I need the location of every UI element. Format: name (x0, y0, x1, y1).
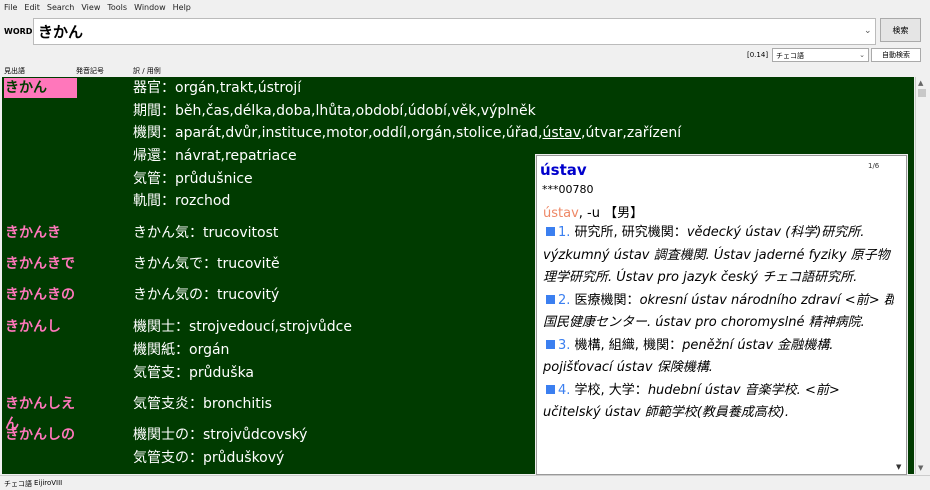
translation-line: 軌間：rozchod (133, 193, 231, 209)
translation-line: きかん気で：trucovitě (133, 256, 280, 272)
menu-view[interactable]: View (81, 3, 100, 17)
popup-sense: 1. 研究所, 研究機関：vědecký ústav (科学)研究所. výzk… (543, 222, 901, 290)
headword: きかんしえん (5, 396, 75, 432)
sense-number: 2. (558, 292, 571, 308)
sense-definition: 機構, 組織, 機関： (574, 337, 683, 353)
sense-definition: 研究所, 研究機関： (574, 225, 687, 240)
scroll-up-icon[interactable]: ▲ (918, 79, 923, 87)
headword: きかん (4, 78, 77, 98)
menu-help[interactable]: Help (173, 3, 191, 17)
result-count: [0.14] (747, 51, 769, 59)
translation-line: 機関：aparát,dvůr,instituce,motor,oddíl,org… (133, 125, 682, 141)
sense-definition: 医療機関： (574, 292, 640, 308)
search-button[interactable]: 検索 (880, 18, 921, 42)
column-headers: 見出語 発音記号 訳 / 用例 (0, 64, 930, 77)
popup-page-indicator: 1/6 (868, 162, 880, 170)
menu-tools[interactable]: Tools (107, 3, 127, 17)
popup-sense: 4. 学校, 大学：hudební ústav 音楽学校. <前> učitel… (543, 380, 901, 425)
menu-window[interactable]: Window (134, 3, 166, 17)
language-select-value: チェコ語 (776, 52, 804, 60)
popup-scrollbar[interactable]: ▼ (894, 157, 906, 474)
auto-search-button[interactable]: 自動検索 (871, 48, 921, 62)
definition-popup[interactable]: ústav 1/6 ***00780 ústav, -u 【男】 1. 研究所,… (536, 155, 907, 475)
options-row: [0.14] チェコ語 ⌄ 自動検索 (0, 47, 930, 63)
popup-sense: 3. 機構, 組織, 機関：peněžní ústav 金融機構. pojišť… (543, 335, 901, 380)
scroll-thumb[interactable] (918, 89, 926, 97)
column-header-pronunciation[interactable]: 発音記号 (76, 66, 104, 76)
popup-inflection: , -u 【男】 (578, 206, 644, 221)
headword: きかんしの (5, 427, 75, 443)
popup-senses: 1. 研究所, 研究機関：vědecký ústav (科学)研究所. výzk… (543, 222, 901, 425)
sense-number: 3. (558, 337, 571, 353)
headword: きかんし (5, 319, 61, 335)
hovered-word[interactable]: ústav (542, 125, 581, 141)
popup-title: ústav (540, 161, 587, 179)
results-scrollbar[interactable]: ▲ ▼ (915, 77, 927, 474)
translation-line: 期間：běh,čas,délka,doba,lhůta,období,údobí… (133, 103, 536, 119)
headword: きかんき (5, 225, 61, 241)
square-bullet-icon (546, 339, 555, 349)
translation-line: 機関士：strojvedoucí,strojvůdce (133, 319, 352, 335)
translation-line: きかん気の：trucovitý (133, 287, 280, 303)
square-bullet-icon (546, 227, 555, 236)
chevron-down-icon[interactable]: ⌄ (864, 26, 872, 36)
scroll-down-icon[interactable]: ▼ (896, 463, 901, 471)
scroll-down-icon[interactable]: ▼ (918, 464, 923, 472)
menu-file[interactable]: File (4, 3, 17, 17)
translation-line: 帰還：návrat,repatriace (133, 148, 297, 164)
square-bullet-icon (546, 384, 555, 394)
square-bullet-icon (546, 294, 555, 304)
status-bar: チェコ語 EijiroVIII (0, 475, 930, 490)
translation-line: 機関紙：orgán (133, 342, 230, 358)
menu-bar: File Edit Search View Tools Window Help (0, 3, 194, 17)
headword: きかんきで (5, 256, 75, 272)
translation-line: 気管支の：průduškový (133, 450, 285, 466)
translation-line: 機関士の：strojvůdcovský (133, 427, 308, 443)
column-header-headword[interactable]: 見出語 (4, 66, 25, 76)
column-header-translation[interactable]: 訳 / 用例 (133, 66, 161, 76)
word-input[interactable]: きかん (33, 18, 876, 45)
status-language: チェコ語 (4, 480, 32, 488)
search-bar: WORD きかん ⌄ 検索 (0, 17, 930, 46)
menu-edit[interactable]: Edit (24, 3, 40, 17)
word-label: WORD (4, 27, 33, 36)
translation-line: 器官：orgán,trakt,ústrojí (133, 80, 302, 96)
sense-number: 4. (558, 382, 571, 398)
sense-number: 1. (558, 225, 571, 240)
sense-definition: 学校, 大学： (574, 382, 648, 398)
translation-line: 気管支炎：bronchitis (133, 396, 272, 412)
popup-form: ústav, -u 【男】 (543, 202, 643, 221)
popup-lemma: ústav (543, 206, 579, 221)
popup-sense: 2. 医療機関：okresní ústav národního zdraví <… (543, 290, 901, 335)
status-dictionary: EijiroVIII (34, 479, 63, 487)
translation-line: きかん気：trucovitost (133, 225, 279, 241)
chevron-down-icon: ⌄ (859, 51, 865, 59)
headword: きかんきの (5, 287, 75, 303)
popup-entry-id: ***00780 (542, 183, 594, 196)
translation-line: 気管支：průduška (133, 365, 255, 381)
translation-line: 気管：průdušnice (133, 171, 253, 187)
language-select[interactable]: チェコ語 ⌄ (772, 48, 869, 62)
menu-search[interactable]: Search (47, 3, 74, 17)
